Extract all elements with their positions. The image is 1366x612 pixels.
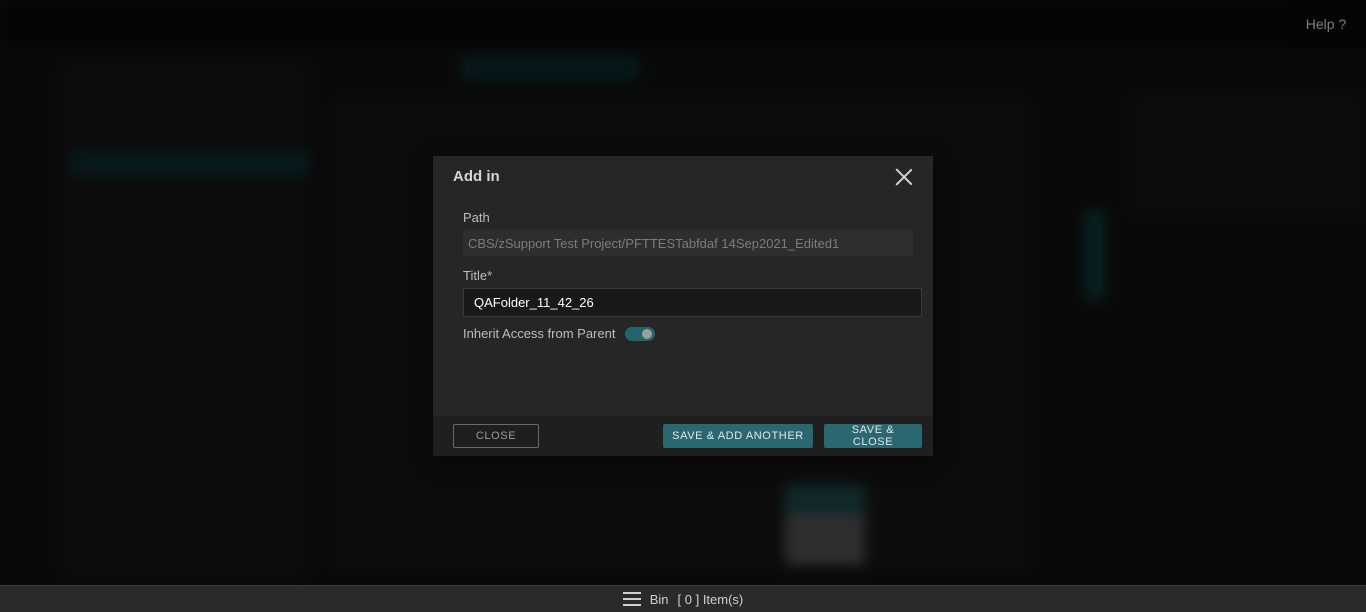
hamburger-menu-icon[interactable] (622, 592, 641, 606)
inherit-access-toggle[interactable] (625, 326, 656, 341)
dialog-body: Path CBS/zSupport Test Project/PFTTESTab… (433, 196, 933, 341)
add-in-dialog: Add in Path CBS/zSupport Test Project/PF… (433, 156, 933, 456)
path-label: Path (463, 210, 490, 225)
title-label: Title* (463, 268, 493, 283)
path-field: CBS/zSupport Test Project/PFTTESTabfdaf … (463, 230, 913, 256)
dialog-header: Add in (433, 156, 933, 196)
close-icon[interactable] (893, 166, 915, 188)
dialog-footer: CLOSE SAVE & ADD ANOTHER SAVE & CLOSE (433, 416, 933, 456)
toggle-knob (642, 328, 653, 339)
bin-item-count: [ 0 ] Item(s) (677, 591, 744, 607)
inherit-access-row: Inherit Access from Parent (463, 326, 923, 341)
dialog-title: Add in (453, 167, 500, 185)
app-root: Help ? Add in Path CBS/zSupport Test Pro… (0, 0, 1366, 612)
save-and-close-button[interactable]: SAVE & CLOSE (824, 424, 922, 448)
bin-label: Bin (649, 591, 669, 607)
title-input[interactable] (463, 288, 922, 317)
bin-bar[interactable]: Bin [ 0 ] Item(s) (0, 585, 1366, 612)
close-button[interactable]: CLOSE (453, 424, 539, 448)
save-and-add-another-button[interactable]: SAVE & ADD ANOTHER (663, 424, 813, 448)
inherit-access-label: Inherit Access from Parent (463, 326, 616, 341)
help-button[interactable]: Help ? (1286, 0, 1366, 47)
